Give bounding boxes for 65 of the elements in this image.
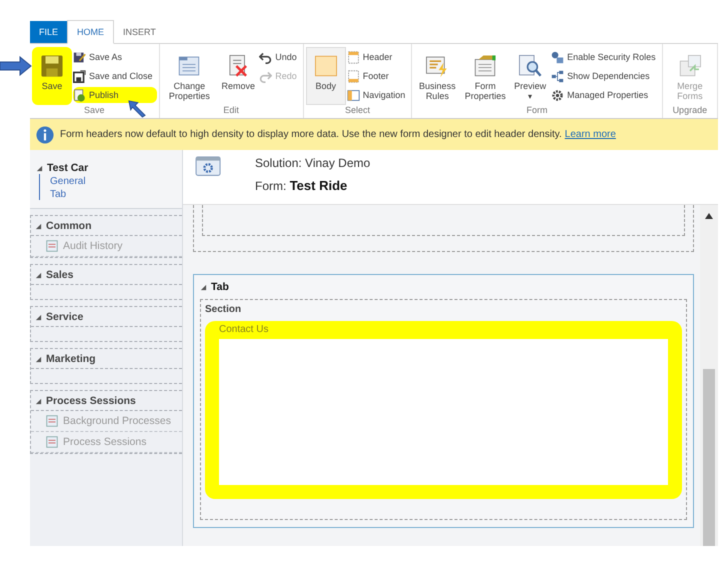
expand-triangle-icon [35, 272, 42, 278]
tree-link[interactable]: Tab [39, 187, 182, 200]
ribbon-button[interactable]: Enable Security Roles [551, 49, 660, 65]
nav-section-header[interactable]: Common [31, 216, 182, 236]
nav-section-header[interactable]: Process Sessions [31, 391, 182, 411]
undo-icon [259, 50, 272, 64]
ribbon-button[interactable]: Navigation [346, 87, 410, 103]
group-label: Edit [223, 105, 239, 117]
group-label: Save [84, 105, 105, 117]
group-label: Form [526, 105, 548, 117]
learn-more-link[interactable]: Learn more [564, 129, 616, 140]
ribbon-button[interactable]: Preview ▾ [510, 47, 550, 105]
document-icon [45, 239, 59, 253]
ribbon-button[interactable]: Publish [73, 87, 157, 103]
header-layout-icon [346, 50, 360, 64]
tree-node[interactable]: Test Car [36, 162, 182, 174]
group-label: Select [344, 105, 370, 117]
document-icon [45, 414, 59, 428]
document-publish-icon [73, 88, 86, 102]
scroll-up-icon[interactable] [705, 213, 713, 219]
gear-icon [551, 88, 564, 102]
tab-header[interactable]: Tab [200, 281, 687, 299]
redo-icon [259, 70, 272, 82]
contact-us-field[interactable]: Contact Us [205, 321, 682, 499]
page-body-icon [312, 53, 339, 79]
ribbon-button[interactable]: Footer [346, 68, 410, 84]
section-label: Section [205, 304, 242, 315]
form-name: Test Ride [290, 178, 348, 193]
expand-triangle-icon [35, 314, 42, 320]
tree-link[interactable]: General [39, 174, 182, 187]
ribbon-button[interactable]: Business Rules [414, 47, 460, 105]
ribbon-button[interactable]: Undo [259, 49, 301, 65]
ribbon-tab[interactable]: HOME [67, 20, 114, 44]
expand-triangle-icon [36, 164, 43, 172]
ribbon-button[interactable]: Remove [218, 47, 258, 105]
ribbon-button[interactable]: Save [32, 47, 72, 105]
ribbon-button[interactable]: Save As [73, 49, 157, 65]
ribbon-button[interactable]: Form Properties [461, 47, 510, 105]
expand-triangle-icon [35, 222, 42, 230]
annotation-arrow [0, 56, 32, 76]
solution-name: Solution: Vinay Demo [255, 156, 370, 170]
form-document-icon [472, 53, 498, 79]
navigation-layout-icon [346, 88, 360, 102]
floppy-pencil-icon [73, 50, 86, 64]
notification-text: Form headers now default to high density to display more data. Use the new form designer to edit header density. [60, 129, 562, 140]
ribbon-button[interactable]: Managed Properties [551, 87, 660, 103]
annotation-arrow [128, 100, 146, 118]
document-icon [45, 435, 59, 449]
magnifier-document-icon [517, 53, 544, 79]
ribbon-button[interactable]: Show Dependencies [551, 68, 660, 84]
footer-layout-icon [346, 70, 360, 82]
info-icon [36, 126, 54, 144]
scrollbar-thumb[interactable] [703, 369, 715, 546]
expand-triangle-icon [35, 398, 42, 404]
ribbon-button[interactable]: Header [346, 49, 410, 65]
ribbon-tab[interactable]: INSERT [114, 21, 165, 43]
expand-triangle-icon [200, 284, 207, 290]
form-label: Form: [255, 179, 286, 193]
group-label: Upgrade [672, 105, 708, 117]
ribbon-button[interactable]: Change Properties [162, 47, 218, 105]
ribbon-button[interactable]: Save and Close [73, 68, 157, 84]
expand-triangle-icon [35, 356, 42, 362]
hierarchy-icon [551, 70, 564, 82]
ribbon-button[interactable]: Body [306, 47, 346, 105]
ribbon-tab[interactable]: FILE [30, 21, 68, 43]
